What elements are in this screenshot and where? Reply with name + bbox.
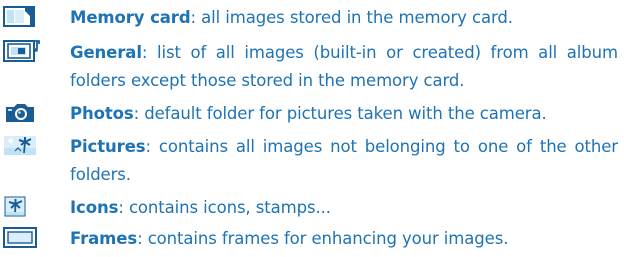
item-name: General: [70, 43, 142, 62]
list-item-text: Pictures: contains all images not belong…: [70, 133, 618, 189]
palm-tree-icon: [2, 194, 44, 218]
camera-icon: [2, 100, 44, 124]
item-name: Memory card: [70, 8, 191, 27]
list-item-text: Icons: contains icons, stamps...: [70, 194, 618, 222]
item-description: contains all images not belonging to one…: [70, 137, 618, 184]
album-folder-list: Memory card: all images stored in the me…: [0, 0, 624, 257]
item-name: Pictures: [70, 137, 146, 156]
item-name: Icons: [70, 198, 119, 217]
list-item-text: Memory card: all images stored in the me…: [70, 4, 618, 32]
item-name: Frames: [70, 229, 138, 248]
item-description: contains frames for enhancing your image…: [142, 229, 509, 248]
list-item-text: Photos: default folder for pictures take…: [70, 100, 618, 128]
item-description: default folder for pictures taken with t…: [139, 104, 547, 123]
list-item-text: Frames: contains frames for enhancing yo…: [70, 225, 618, 253]
frame-icon: [2, 225, 44, 249]
general-album-icon: [2, 39, 44, 63]
memory-card-icon: [2, 4, 44, 28]
item-description: list of all images (built-in or created)…: [70, 43, 618, 90]
item-description: all images stored in the memory card.: [196, 8, 513, 27]
list-item-text: General: list of all images (built-in or…: [70, 39, 618, 95]
item-description: contains icons, stamps...: [123, 198, 331, 217]
item-name: Photos: [70, 104, 134, 123]
pictures-icon: [2, 133, 44, 157]
